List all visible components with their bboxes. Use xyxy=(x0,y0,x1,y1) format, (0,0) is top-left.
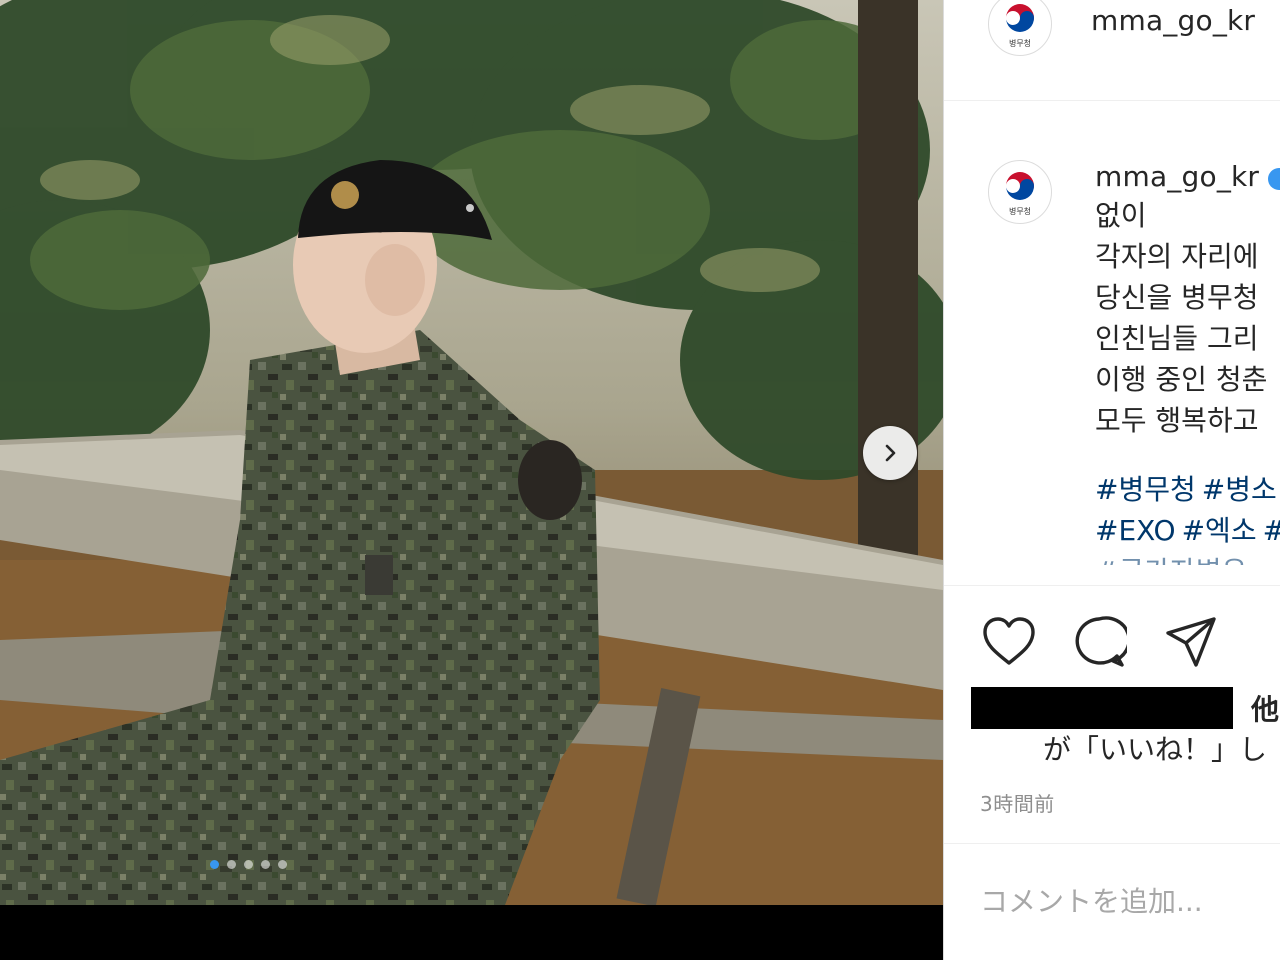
carousel-dot xyxy=(261,860,270,869)
carousel-dot xyxy=(244,860,253,869)
redacted-likers xyxy=(971,687,1233,729)
chevron-right-icon xyxy=(885,444,896,462)
verified-badge-icon xyxy=(1268,168,1280,190)
paper-plane-icon xyxy=(1166,617,1216,667)
caption-line: 당신을 병무청 xyxy=(1095,281,1259,314)
post-header: 병무청 mma_go_kr xyxy=(943,0,1280,101)
caption-avatar[interactable]: 병무청 xyxy=(988,160,1052,224)
post-caption: 없이 각자의 자리에 당신을 병무청 인친님들 그리 이행 중인 청춘 모두 행… xyxy=(1095,195,1280,575)
hashtag-link[interactable]: #병무청 xyxy=(1095,473,1196,506)
panel-divider xyxy=(943,0,944,960)
share-button[interactable] xyxy=(1161,612,1221,672)
caption-line: 인친님들 그리 xyxy=(1095,322,1259,355)
caption-line: 없이 xyxy=(1095,199,1147,232)
caption-line: 이행 중인 청춘 xyxy=(1095,363,1268,396)
likes-text: が「いいね！」し xyxy=(1043,733,1268,766)
comment-button[interactable] xyxy=(1069,612,1129,672)
carousel-dot xyxy=(210,860,219,869)
caption-username[interactable]: mma_go_kr xyxy=(1095,160,1259,193)
post-photo[interactable] xyxy=(0,0,943,905)
carousel-dot xyxy=(278,860,287,869)
post-username[interactable]: mma_go_kr xyxy=(1091,4,1255,37)
taegeuk-logo-icon xyxy=(1006,171,1034,200)
hashtag-link[interactable]: #국가자병유 xyxy=(1095,551,1280,565)
avatar[interactable]: 병무청 xyxy=(988,0,1052,56)
comment-input[interactable]: コメントを追加... xyxy=(980,880,1203,920)
hashtag-block: #병무청#병소 #EXO#엑소# #국가자병유 xyxy=(1095,469,1280,565)
avatar-caption: 병무청 xyxy=(1008,38,1032,48)
caption-line: 각자의 자리에 xyxy=(1095,240,1259,273)
taegeuk-logo-icon xyxy=(1006,3,1034,32)
soldier-photo xyxy=(0,0,943,905)
next-slide-button[interactable] xyxy=(863,426,917,480)
carousel-dot xyxy=(227,860,236,869)
comment-icon xyxy=(1075,616,1127,667)
section-divider xyxy=(943,585,1280,586)
hashtag-link[interactable]: #EXO xyxy=(1095,514,1176,547)
post-side-panel: 병무청 mma_go_kr 병무청 mma_go_kr 없이 각자의 자리에 당… xyxy=(943,0,1280,960)
carousel-indicator xyxy=(210,860,287,869)
hashtag-link[interactable]: # xyxy=(1263,514,1280,547)
section-divider xyxy=(943,843,1280,844)
media-backdrop xyxy=(0,905,943,960)
avatar-caption: 병무청 xyxy=(1008,206,1032,216)
heart-icon xyxy=(983,617,1035,665)
post-timestamp[interactable]: 3時間前 xyxy=(980,788,1055,817)
caption-line: 모두 행복하고 xyxy=(1095,404,1259,437)
hashtag-link[interactable]: #엑소 xyxy=(1182,514,1257,547)
hashtag-link[interactable]: #병소 xyxy=(1202,473,1277,506)
like-button[interactable] xyxy=(979,612,1039,672)
likes-others-label[interactable]: 他 xyxy=(1251,688,1279,728)
